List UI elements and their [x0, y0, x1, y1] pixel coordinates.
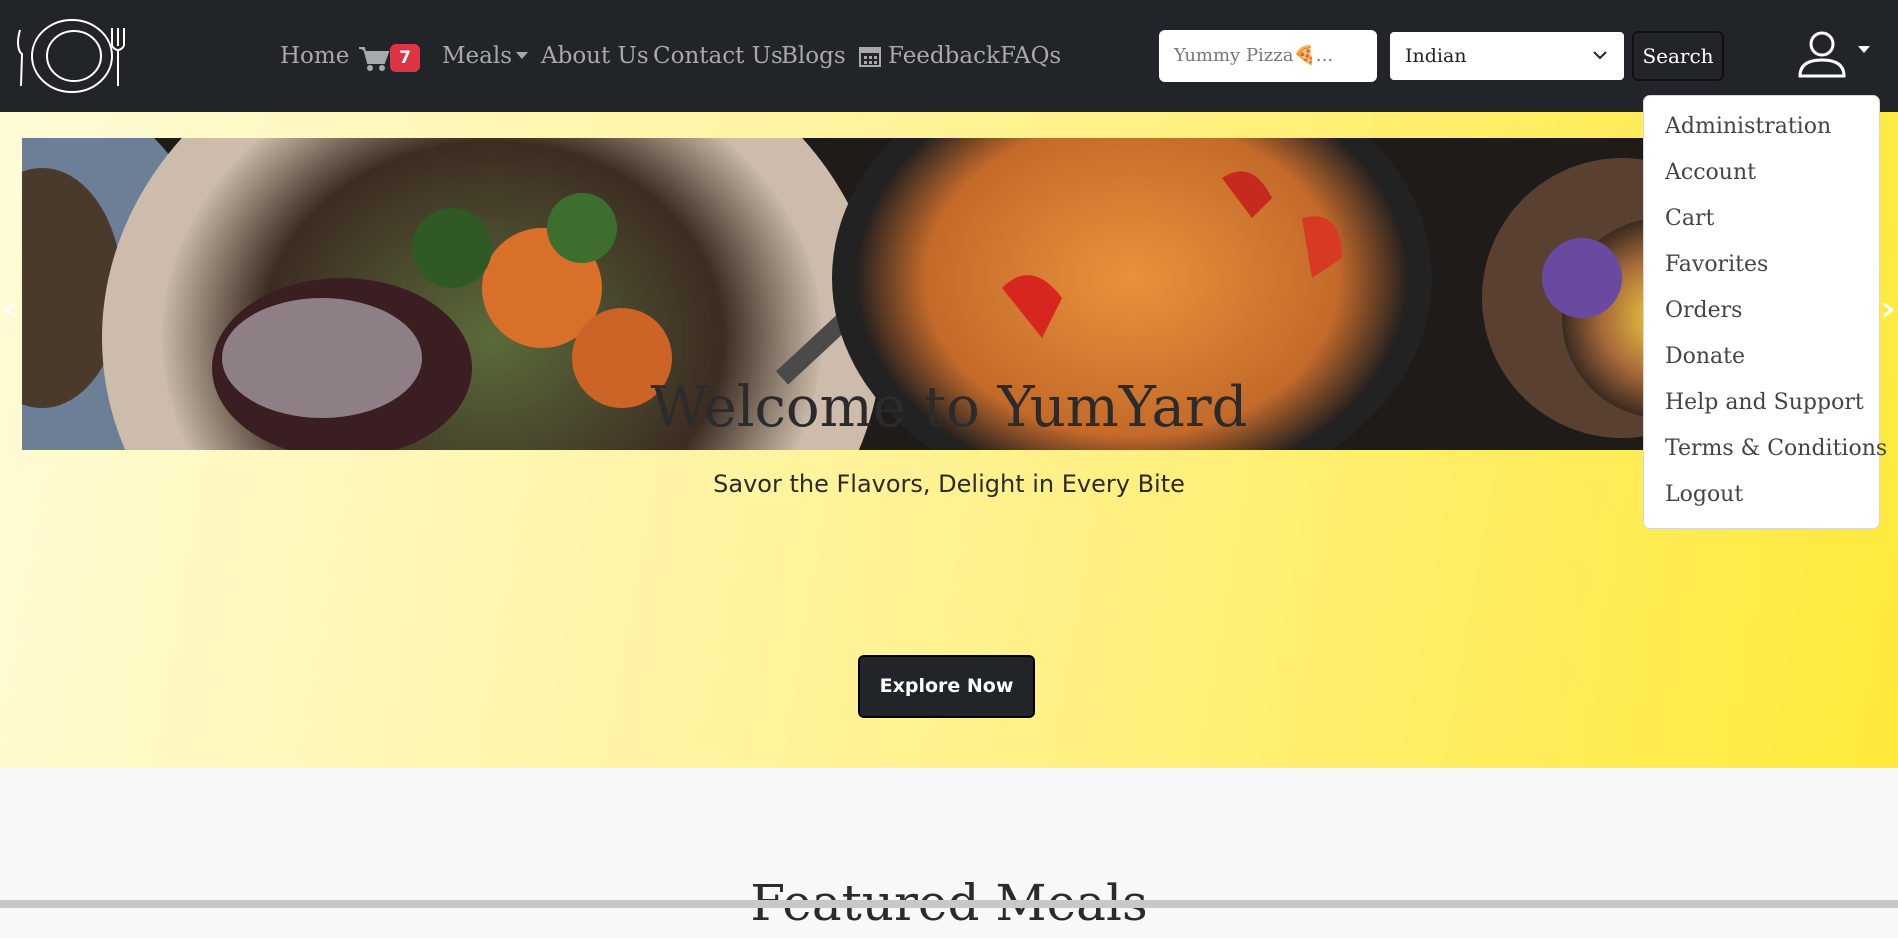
hero-title: Welcome to YumYard — [650, 375, 1248, 440]
hero-tagline: Savor the Flavors, Delight in Every Bite — [713, 470, 1185, 498]
calendar-icon — [858, 46, 881, 67]
nav-home-link[interactable]: Home — [280, 40, 349, 72]
nav-contact-link[interactable]: Contact Us — [653, 40, 783, 72]
logo-plate-icon[interactable] — [14, 16, 130, 96]
nav-blogs-link[interactable]: Blogs — [781, 40, 882, 72]
chevron-down-icon — [516, 51, 529, 59]
explore-now-button[interactable]: Explore Now — [858, 655, 1035, 718]
nav-feedback-link[interactable]: Feedback — [888, 40, 1000, 72]
menu-item-favorites[interactable]: Favorites — [1665, 250, 1768, 280]
user-dropdown-menu: Administration Account Cart Favorites Or… — [1643, 95, 1887, 529]
nav-meals-dropdown[interactable]: Meals — [442, 40, 529, 72]
nav-faqs-link[interactable]: FAQs — [1000, 40, 1061, 72]
chevron-down-icon — [1593, 51, 1607, 60]
cart-link[interactable]: 7 — [358, 40, 422, 74]
user-icon — [1798, 31, 1846, 78]
menu-item-administration[interactable]: Administration — [1665, 112, 1831, 142]
menu-item-cart[interactable]: Cart — [1665, 204, 1714, 234]
cart-count-badge: 7 — [390, 44, 420, 72]
search-input[interactable]: Yummy Pizza🍕... — [1159, 30, 1377, 82]
navbar: Home 7 Meals About Us Contact Us Blogs F… — [0, 0, 1898, 112]
nav-meals-label: Meals — [442, 43, 513, 69]
chevron-down-icon — [1858, 46, 1870, 53]
nav-blogs-label: Blogs — [781, 43, 846, 69]
menu-item-account[interactable]: Account — [1665, 158, 1756, 188]
cuisine-select[interactable]: Indian — [1388, 30, 1626, 82]
search-button[interactable]: Search — [1632, 31, 1724, 81]
menu-item-terms-conditions[interactable]: Terms & Conditions — [1665, 434, 1887, 464]
menu-item-orders[interactable]: Orders — [1665, 296, 1742, 326]
menu-item-logout[interactable]: Logout — [1665, 480, 1743, 510]
horizontal-scrollbar[interactable] — [0, 900, 1898, 908]
nav-about-link[interactable]: About Us — [541, 40, 649, 72]
menu-item-donate[interactable]: Donate — [1665, 342, 1745, 372]
cart-icon — [359, 47, 390, 71]
carousel-prev-icon[interactable] — [0, 290, 22, 330]
cuisine-select-value: Indian — [1405, 45, 1467, 67]
user-menu-toggle[interactable] — [1796, 28, 1874, 80]
menu-item-help-support[interactable]: Help and Support — [1665, 388, 1864, 418]
